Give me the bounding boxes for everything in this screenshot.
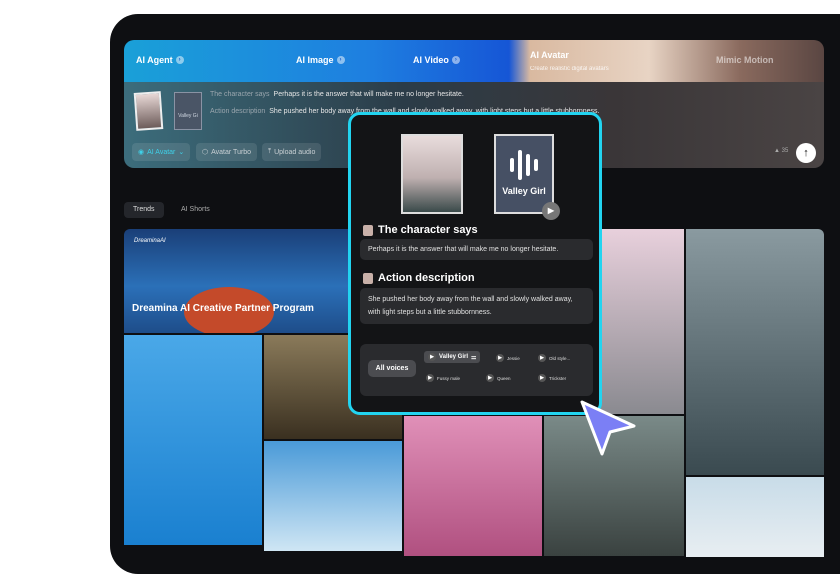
- mode-select[interactable]: ◉ AI Avatar ⌄: [132, 143, 191, 161]
- gallery-item-cat-clouds[interactable]: [264, 441, 402, 551]
- chevron-right-icon: ›: [175, 56, 184, 64]
- action-text[interactable]: She pushed her body away from the wall a…: [360, 288, 593, 324]
- banner-mimic-motion[interactable]: Mimic Motion: [716, 55, 774, 65]
- label: Fussy male: [437, 375, 461, 381]
- play-icon: ▶: [426, 374, 434, 382]
- label: Trickster: [549, 375, 567, 381]
- credit-count: ▲ 35: [774, 148, 789, 154]
- voice-jessie[interactable]: ▶ Jessie: [496, 354, 520, 362]
- banner-ai-avatar[interactable]: AI Avatar: [530, 50, 569, 60]
- label: The character says: [378, 224, 478, 236]
- voice-valley-girl[interactable]: ▶ Valley Girl ⚌: [424, 351, 481, 363]
- label: Valley Girl: [439, 354, 469, 360]
- model-select[interactable]: ⬡ Avatar Turbo: [196, 143, 258, 161]
- all-voices-button[interactable]: All voices: [368, 360, 416, 377]
- chevron-down-icon: ⌄: [178, 149, 185, 156]
- play-icon: ▶: [428, 353, 436, 361]
- upload-audio-button[interactable]: ⤒ Upload audio: [262, 143, 322, 161]
- tab-trends[interactable]: Trends: [124, 202, 164, 218]
- label: Upload audio: [274, 148, 316, 156]
- label: AI Image: [296, 55, 334, 65]
- banner-ai-agent[interactable]: AI Agent ›: [136, 55, 184, 65]
- label: Mimic Motion: [716, 55, 774, 65]
- character-says-heading: The character says: [363, 224, 478, 236]
- avatar-icon: [363, 272, 373, 284]
- eye-icon: ◉: [138, 149, 145, 156]
- voice-trickster[interactable]: ▶ Trickster: [538, 374, 566, 382]
- label: AI Agent: [136, 55, 173, 65]
- audio-name: Valley Girl: [502, 186, 546, 196]
- label: AI Video: [413, 55, 449, 65]
- label: Action description: [210, 108, 266, 115]
- upload-icon: ⤒: [268, 148, 272, 155]
- play-icon: ▶: [538, 354, 546, 362]
- voice-queen[interactable]: ▶ Queen: [486, 374, 511, 382]
- play-icon: ▶: [496, 354, 504, 362]
- action-heading: Action description: [363, 272, 475, 284]
- label: AI Avatar: [147, 148, 176, 156]
- play-icon: ▶: [538, 374, 546, 382]
- gallery-item-cat-pool[interactable]: [124, 335, 262, 545]
- audio-card[interactable]: Valley Girl ▶: [494, 134, 560, 220]
- voice-old-style[interactable]: ▶ Old style...: [538, 354, 570, 362]
- brand-logo: DreaminaAI: [134, 238, 166, 244]
- cursor-pointer-icon: [580, 400, 636, 456]
- avatar-image: [401, 134, 463, 214]
- value: Perhaps it is the answer that will make …: [273, 91, 464, 98]
- chevron-right-icon: ›: [336, 56, 345, 64]
- count: 35: [781, 148, 789, 154]
- send-button[interactable]: ↑: [796, 143, 816, 163]
- cube-icon: ⬡: [202, 149, 209, 156]
- character-says-text[interactable]: Perhaps it is the answer that will make …: [360, 239, 593, 260]
- label: Queen: [497, 375, 511, 381]
- avatar-detail-popup: Valley Girl ▶ The character says Perhaps…: [348, 112, 602, 415]
- feature-title: Dreamina AI Creative Partner Program: [132, 303, 314, 314]
- label: Old style...: [549, 355, 571, 361]
- chevron-right-icon: ›: [451, 56, 460, 64]
- gallery-item-cherry[interactable]: [686, 477, 824, 557]
- voice-fussy-male[interactable]: ▶ Fussy male: [426, 374, 460, 382]
- tab-ai-shorts[interactable]: AI Shorts: [172, 202, 219, 218]
- avatar-thumbnail[interactable]: [133, 91, 164, 131]
- character-says-line[interactable]: The character says Perhaps it is the answ…: [210, 91, 464, 98]
- audio-thumbnail[interactable]: Valley Gi: [174, 92, 202, 130]
- sliders-icon: ⚌: [471, 354, 477, 361]
- banner-ai-image[interactable]: AI Image ›: [296, 55, 345, 65]
- waveform-icon: [496, 144, 552, 186]
- label: The character says: [210, 91, 270, 98]
- label: Avatar Turbo: [211, 148, 252, 156]
- voice-picker: All voices ▶ Valley Girl ⚌ ▶ Jessie ▶ Old st…: [360, 344, 593, 396]
- gallery-item-tsunami[interactable]: [686, 229, 824, 475]
- avatar-icon: [363, 224, 373, 236]
- banner-ai-video[interactable]: AI Video ›: [413, 55, 460, 65]
- banner-ai-avatar-subtitle: Create realistic digital avatars: [530, 66, 609, 72]
- play-icon[interactable]: ▶: [542, 202, 560, 220]
- label: AI Avatar: [530, 50, 569, 60]
- audio-name: Valley Gi: [178, 113, 198, 119]
- play-icon: ▶: [486, 374, 494, 382]
- label: Action description: [378, 272, 475, 284]
- gallery-item-robots[interactable]: [404, 416, 542, 556]
- label: Jessie: [507, 355, 520, 361]
